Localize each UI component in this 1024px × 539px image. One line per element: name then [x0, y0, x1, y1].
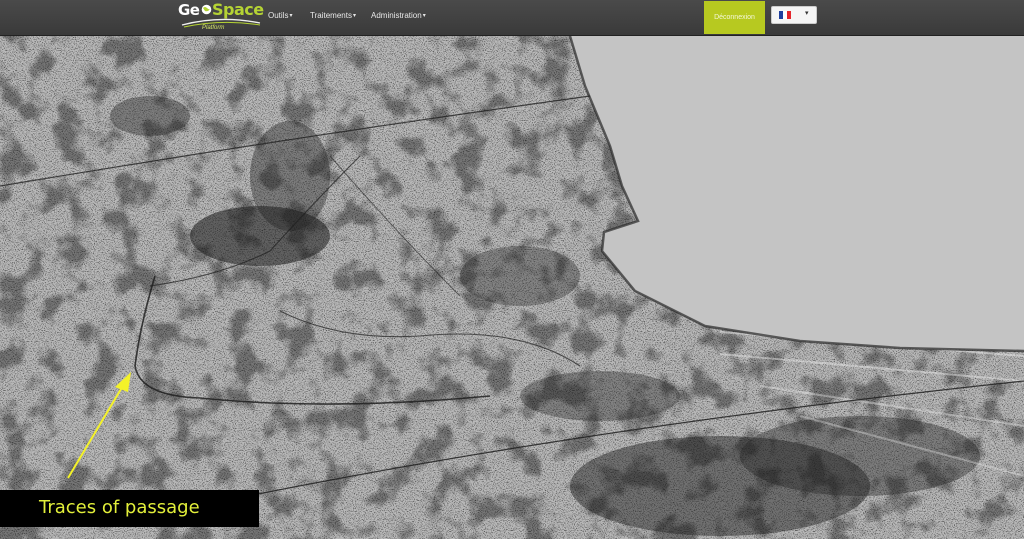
caption-box: Traces of passage: [0, 490, 259, 527]
caption-text: Traces of passage: [39, 497, 200, 518]
flag-france-icon: [779, 11, 791, 19]
radar-map-view[interactable]: Traces of passage: [0, 36, 1024, 539]
sar-image: [0, 36, 1024, 539]
menu-administration-label: Administration: [371, 11, 422, 20]
caret-down-icon: ▾: [422, 13, 426, 19]
app-window: Ge Space Platform Outils▾ Traitements▾ A…: [0, 0, 1024, 539]
language-select[interactable]: ▾: [771, 6, 817, 24]
geospace-logo[interactable]: Ge Space Platform: [178, 0, 264, 34]
logo-tagline: Platform: [202, 25, 225, 31]
caret-down-icon: ▾: [352, 13, 356, 19]
menu-traitements-label: Traitements: [310, 11, 352, 20]
caret-down-icon: ▾: [805, 10, 809, 17]
top-navbar: Ge Space Platform Outils▾ Traitements▾ A…: [0, 0, 1024, 36]
globe-icon: [201, 4, 212, 15]
menu-administration[interactable]: Administration▾: [371, 11, 426, 20]
caret-down-icon: ▾: [289, 13, 293, 19]
menu-traitements[interactable]: Traitements▾: [310, 11, 356, 20]
menu-outils[interactable]: Outils▾: [268, 11, 292, 20]
logout-button[interactable]: Déconnexion: [704, 1, 765, 34]
menu-outils-label: Outils: [268, 11, 289, 20]
